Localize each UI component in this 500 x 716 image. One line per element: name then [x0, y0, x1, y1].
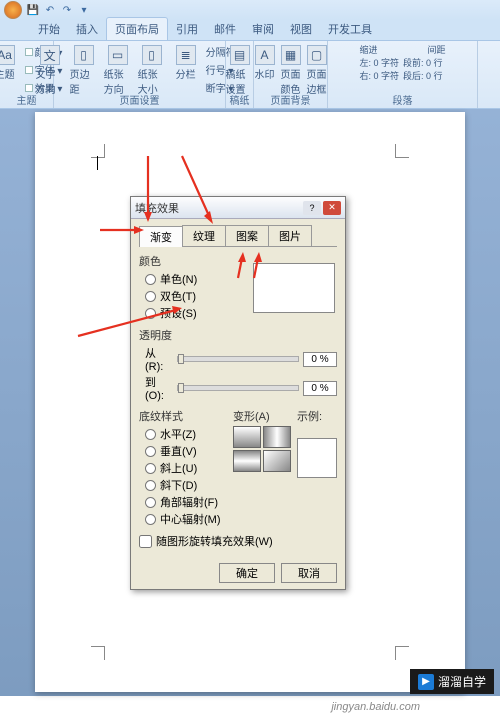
spacing-after[interactable]: 段后: 0 行 — [403, 69, 443, 82]
transparency-from[interactable]: 从(R): 0 % — [139, 345, 337, 373]
margins-icon: ▯ — [74, 45, 94, 65]
radio-corner[interactable]: 角部辐射(F) — [145, 494, 227, 510]
dialog-title-text: 填充效果 — [135, 200, 179, 216]
ok-button[interactable]: 确定 — [219, 563, 275, 583]
radio-center[interactable]: 中心辐射(M) — [145, 511, 227, 527]
office-button[interactable] — [4, 1, 22, 19]
text-cursor — [97, 156, 98, 170]
qat-undo-icon[interactable]: ↶ — [43, 3, 57, 17]
page-border-icon: ▢ — [307, 45, 327, 65]
dialog-tab-gradient[interactable]: 渐变 — [139, 226, 183, 247]
indent-right[interactable]: 右: 0 字符 — [359, 69, 399, 82]
paper-icon: ▤ — [230, 45, 250, 65]
tab-developer[interactable]: 开发工具 — [320, 18, 380, 40]
radio-diag-up[interactable]: 斜上(U) — [145, 460, 227, 476]
dialog-tab-picture[interactable]: 图片 — [268, 225, 312, 246]
radio-diag-down[interactable]: 斜下(D) — [145, 477, 227, 493]
cancel-button[interactable]: 取消 — [281, 563, 337, 583]
watermark-logo-icon: ▶ — [418, 674, 434, 690]
qat-redo-icon[interactable]: ↷ — [60, 3, 74, 17]
page-color-icon: ▦ — [281, 45, 301, 65]
ribbon: Aa 主题 颜色 ▾ 字体 ▾ 效果 ▾ 主题 文文字方向 ▯页边距 ▭纸张方向… — [0, 41, 500, 109]
variant-label: 变形(A) — [233, 408, 291, 424]
themes-label: 主题 — [0, 66, 15, 81]
tab-view[interactable]: 视图 — [282, 18, 320, 40]
spacing-label: 间距 — [428, 43, 446, 56]
group-label-background: 页面背景 — [254, 92, 327, 107]
themes-button[interactable]: Aa 主题 — [0, 43, 21, 83]
group-page-background: A水印 ▦页面颜色 ▢页面边框 页面背景 — [254, 41, 328, 108]
qat-dropdown-icon[interactable]: ▾ — [77, 3, 91, 17]
group-paragraph: 缩进 间距 左: 0 字符 段前: 0 行 右: 0 字符 段后: 0 行 段落 — [328, 41, 478, 108]
spacing-before[interactable]: 段前: 0 行 — [403, 56, 443, 69]
group-label-paragraph: 段落 — [328, 92, 477, 107]
window-titlebar: 💾 ↶ ↷ ▾ — [0, 0, 500, 20]
text-direction-button[interactable]: 文文字方向 — [34, 43, 66, 98]
orientation-icon: ▭ — [108, 45, 128, 65]
margins-button[interactable]: ▯页边距 — [68, 43, 100, 98]
transparency-to[interactable]: 到(O): 0 % — [139, 374, 337, 402]
tab-mailings[interactable]: 邮件 — [206, 18, 244, 40]
columns-button[interactable]: ≣分栏 — [170, 43, 202, 83]
style-label: 底纹样式 — [139, 408, 227, 424]
dialog-help-button[interactable]: ? — [303, 201, 321, 215]
variant-grid[interactable] — [233, 426, 291, 472]
dialog-tabs: 渐变 纹理 图案 图片 — [139, 225, 337, 247]
transparency-label: 透明度 — [139, 327, 337, 343]
page-color-button[interactable]: ▦页面颜色 — [279, 43, 303, 98]
ribbon-tabs: 开始 插入 页面布局 引用 邮件 审阅 视图 开发工具 — [0, 20, 500, 41]
watermark-text: 溜溜自学 — [438, 673, 486, 690]
style-fieldset: 底纹样式 水平(Z) 垂直(V) 斜上(U) 斜下(D) 角部辐射(F) 中心辐… — [139, 408, 337, 527]
indent-label: 缩进 — [359, 43, 377, 56]
dialog-titlebar[interactable]: 填充效果 ? ✕ — [131, 197, 345, 219]
color-preview — [253, 263, 335, 313]
transparency-fieldset: 透明度 从(R): 0 % 到(O): 0 % — [139, 327, 337, 402]
source-url: jingyan.baidu.com — [331, 701, 420, 713]
crop-mark-br — [395, 646, 409, 660]
sample-preview — [297, 438, 337, 478]
watermark-button[interactable]: A水印 — [253, 43, 277, 83]
quick-access-toolbar: 💾 ↶ ↷ ▾ — [26, 3, 91, 17]
size-icon: ▯ — [142, 45, 162, 65]
group-label-paper: 稿纸 — [226, 92, 253, 107]
rotate-checkbox[interactable]: 随图形旋转填充效果(W) — [139, 533, 337, 549]
paper-settings-button[interactable]: ▤稿纸设置 — [224, 43, 256, 98]
tab-insert[interactable]: 插入 — [68, 18, 106, 40]
fill-effects-dialog: 填充效果 ? ✕ 渐变 纹理 图案 图片 颜色 单色(N) 双色(T) 预设(S… — [130, 196, 346, 590]
watermark-badge: ▶ 溜溜自学 — [410, 669, 494, 694]
radio-horizontal[interactable]: 水平(Z) — [145, 426, 227, 442]
crop-mark-tl — [91, 144, 105, 158]
dialog-tab-pattern[interactable]: 图案 — [225, 225, 269, 246]
crop-mark-tr — [395, 144, 409, 158]
columns-icon: ≣ — [176, 45, 196, 65]
sample-label: 示例: — [297, 408, 337, 424]
dialog-close-button[interactable]: ✕ — [323, 201, 341, 215]
group-page-setup: 文文字方向 ▯页边距 ▭纸张方向 ▯纸张大小 ≣分栏 分隔符 ▾ 行号 ▾ 断字… — [54, 41, 226, 108]
indent-left[interactable]: 左: 0 字符 — [359, 56, 399, 69]
group-label-pagesetup: 页面设置 — [54, 92, 225, 107]
tab-references[interactable]: 引用 — [168, 18, 206, 40]
tab-home[interactable]: 开始 — [30, 18, 68, 40]
page-borders-button[interactable]: ▢页面边框 — [305, 43, 329, 98]
radio-vertical[interactable]: 垂直(V) — [145, 443, 227, 459]
themes-icon: Aa — [0, 45, 15, 65]
group-paper: ▤稿纸设置 稿纸 — [226, 41, 254, 108]
dialog-footer: 确定 取消 — [131, 557, 345, 589]
crop-mark-bl — [91, 646, 105, 660]
text-direction-icon: 文 — [40, 45, 60, 65]
qat-save-icon[interactable]: 💾 — [26, 3, 40, 17]
watermark-icon: A — [255, 45, 275, 65]
orientation-button[interactable]: ▭纸张方向 — [102, 43, 134, 98]
dialog-tab-texture[interactable]: 纹理 — [182, 225, 226, 246]
tab-review[interactable]: 审阅 — [244, 18, 282, 40]
size-button[interactable]: ▯纸张大小 — [136, 43, 168, 98]
tab-page-layout[interactable]: 页面布局 — [106, 17, 168, 40]
